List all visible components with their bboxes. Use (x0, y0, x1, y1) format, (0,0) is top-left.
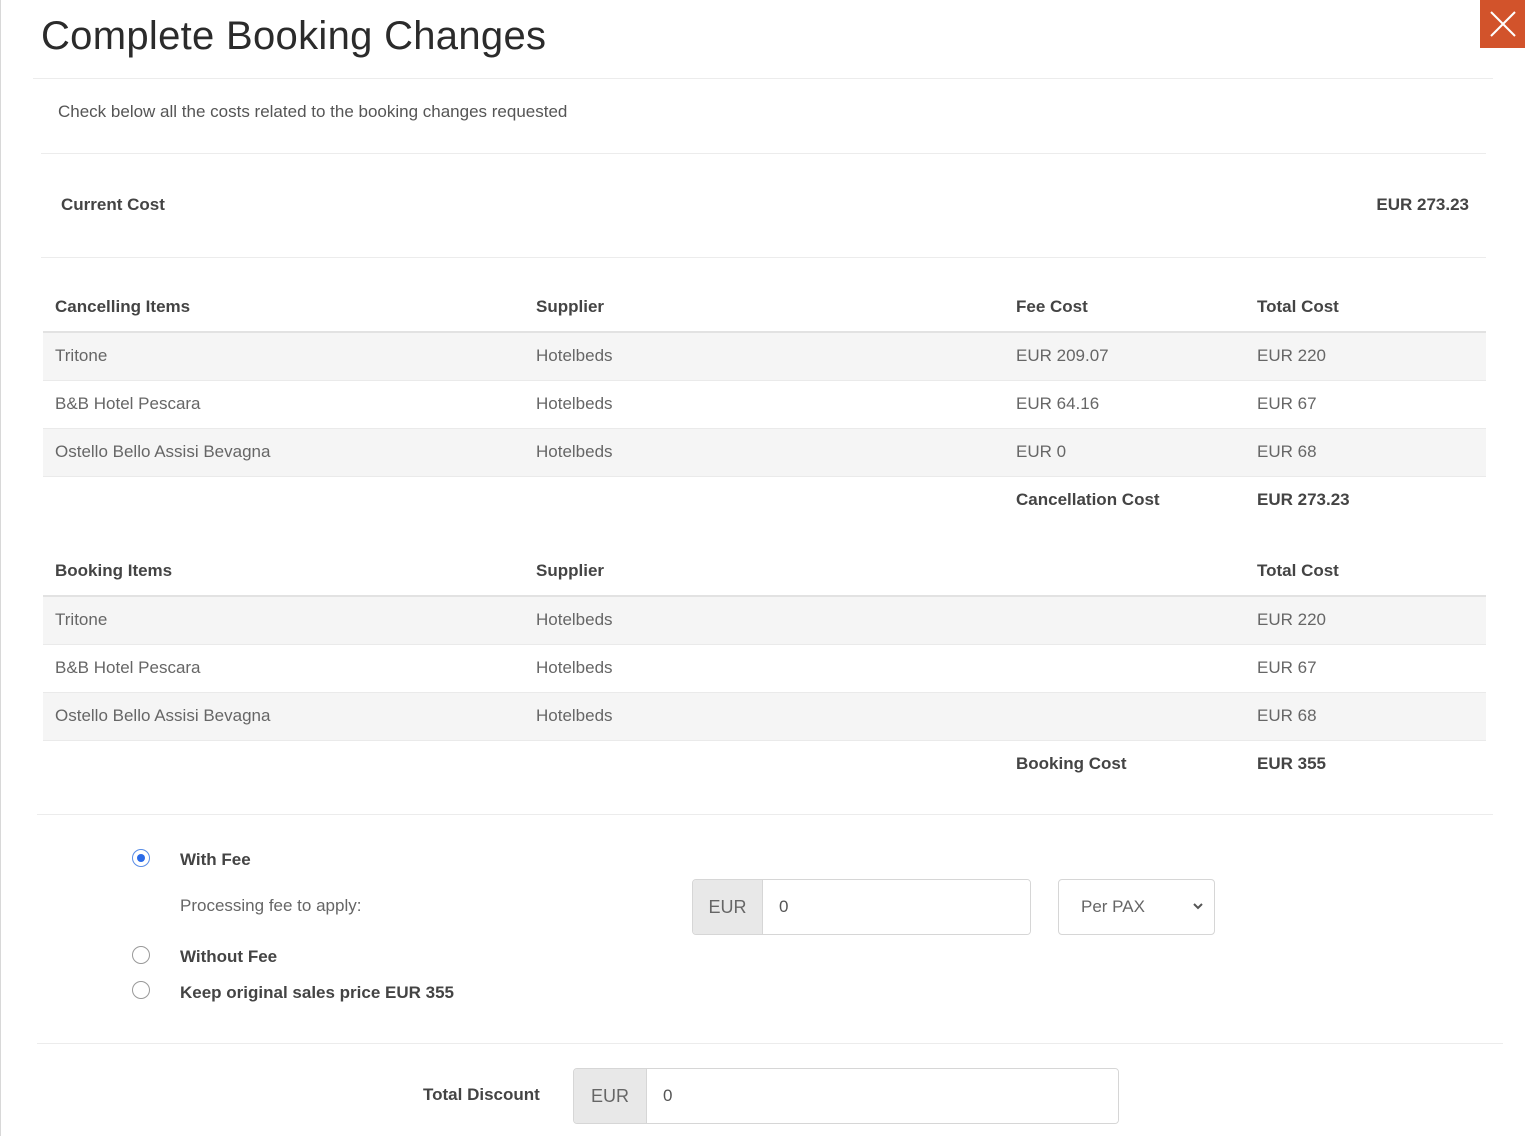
fee-currency-addon: EUR (693, 880, 763, 934)
cancellation-cost-label: Cancellation Cost (1016, 490, 1160, 510)
modal-subtitle: Check below all the costs related to the… (58, 102, 568, 121)
total-discount-label: Total Discount (423, 1085, 540, 1104)
item-total-cost: EUR 67 (1245, 644, 1486, 693)
close-icon (1490, 11, 1516, 37)
current-cost-value: EUR 273.23 (1376, 195, 1469, 214)
column-header-supplier: Supplier (524, 546, 1004, 597)
divider (37, 1043, 1503, 1044)
item-total-cost: EUR 67 (1245, 380, 1486, 429)
item-supplier: Hotelbeds (524, 692, 1004, 741)
item-supplier: Hotelbeds (524, 428, 1004, 477)
item-total-cost: EUR 68 (1245, 692, 1486, 741)
item-fee-cost: EUR 64.16 (1004, 380, 1245, 429)
item-name: Ostello Bello Assisi Bevagna (43, 692, 524, 741)
fee-unit-select[interactable]: Per PAX (1058, 879, 1215, 935)
divider (41, 257, 1486, 258)
table-row: Tritone Hotelbeds EUR 209.07 EUR 220 (43, 332, 1486, 381)
table-total-row: Cancellation Cost EUR 273.23 (43, 476, 1486, 524)
table-row: Ostello Bello Assisi Bevagna Hotelbeds E… (43, 428, 1486, 477)
item-name: B&B Hotel Pescara (43, 380, 524, 429)
divider (41, 153, 1486, 154)
column-header-items: Cancelling Items (43, 282, 524, 333)
keep-original-price-label[interactable]: Keep original sales price EUR 355 (180, 983, 454, 1003)
booking-cost-label: Booking Cost (1016, 754, 1127, 774)
table-header-row: Booking Items Supplier Total Cost (43, 546, 1486, 597)
column-header-total-cost: Total Cost (1245, 546, 1486, 597)
booking-changes-modal: Complete Booking Changes Check below all… (0, 0, 1525, 1136)
column-header-total-cost: Total Cost (1245, 282, 1486, 333)
column-header-fee-cost: Fee Cost (1004, 282, 1245, 333)
item-name: Tritone (43, 596, 524, 645)
item-empty (1004, 692, 1245, 741)
table-row: Tritone Hotelbeds EUR 220 (43, 596, 1486, 645)
item-supplier: Hotelbeds (524, 644, 1004, 693)
item-total-cost: EUR 220 (1245, 332, 1486, 381)
item-total-cost: EUR 220 (1245, 596, 1486, 645)
table-row: B&B Hotel Pescara Hotelbeds EUR 67 (43, 644, 1486, 693)
current-cost-label: Current Cost (61, 195, 165, 214)
chevron-down-icon (1193, 903, 1203, 910)
discount-currency-addon: EUR (574, 1069, 647, 1123)
keep-original-price-radio[interactable] (132, 981, 150, 999)
item-supplier: Hotelbeds (524, 380, 1004, 429)
close-button[interactable] (1480, 0, 1525, 48)
with-fee-radio[interactable] (132, 849, 150, 867)
total-discount-input-group: EUR (573, 1068, 1119, 1124)
item-total-cost: EUR 68 (1245, 428, 1486, 477)
item-name: Ostello Bello Assisi Bevagna (43, 428, 524, 477)
modal-title: Complete Booking Changes (41, 14, 547, 58)
processing-fee-label: Processing fee to apply: (180, 896, 362, 915)
booking-items-table: Booking Items Supplier Total Cost Triton… (43, 546, 1486, 788)
item-name: B&B Hotel Pescara (43, 644, 524, 693)
fee-unit-selected: Per PAX (1081, 897, 1145, 916)
item-name: Tritone (43, 332, 524, 381)
item-fee-cost: EUR 0 (1004, 428, 1245, 477)
with-fee-label[interactable]: With Fee (180, 850, 251, 870)
table-row: B&B Hotel Pescara Hotelbeds EUR 64.16 EU… (43, 380, 1486, 429)
column-header-empty (1004, 546, 1245, 597)
column-header-supplier: Supplier (524, 282, 1004, 333)
without-fee-radio[interactable] (132, 946, 150, 964)
processing-fee-input[interactable] (763, 880, 1030, 934)
item-fee-cost: EUR 209.07 (1004, 332, 1245, 381)
item-supplier: Hotelbeds (524, 332, 1004, 381)
item-supplier: Hotelbeds (524, 596, 1004, 645)
item-empty (1004, 596, 1245, 645)
column-header-items: Booking Items (43, 546, 524, 597)
booking-cost-value: EUR 355 (1257, 754, 1326, 774)
divider (33, 78, 1493, 79)
item-empty (1004, 644, 1245, 693)
table-total-row: Booking Cost EUR 355 (43, 740, 1486, 788)
without-fee-label[interactable]: Without Fee (180, 947, 277, 967)
table-header-row: Cancelling Items Supplier Fee Cost Total… (43, 282, 1486, 333)
processing-fee-input-group: EUR (692, 879, 1031, 935)
cancellation-cost-value: EUR 273.23 (1257, 490, 1350, 510)
divider (37, 814, 1493, 815)
total-discount-input[interactable] (647, 1069, 1118, 1123)
table-row: Ostello Bello Assisi Bevagna Hotelbeds E… (43, 692, 1486, 741)
cancelling-items-table: Cancelling Items Supplier Fee Cost Total… (43, 282, 1486, 524)
